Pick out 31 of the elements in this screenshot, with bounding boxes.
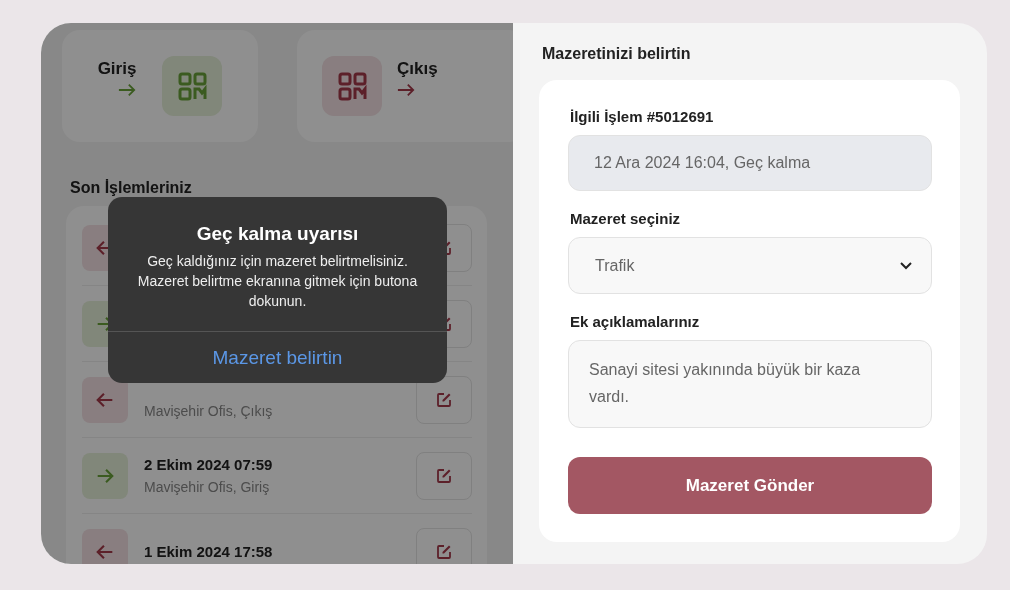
edit-icon bbox=[436, 543, 452, 560]
field-label: Mazeret seçiniz bbox=[570, 210, 682, 227]
entry-date: 2 Ekim 2024 07:59 bbox=[144, 456, 274, 473]
edit-icon bbox=[436, 391, 452, 408]
section-title: Son İşlemleriniz bbox=[70, 179, 193, 197]
reason-dropdown[interactable]: Trafik bbox=[568, 237, 932, 294]
field-label: Ek açıklamalarınız bbox=[570, 313, 701, 330]
entry-label: Çıkış bbox=[397, 59, 438, 79]
entry-card[interactable]: Çıkış bbox=[297, 30, 513, 142]
chevron-down-icon bbox=[899, 260, 913, 271]
entry-card[interactable]: Giriş bbox=[62, 30, 258, 142]
comment-field[interactable]: Sanayi sitesi yakınında büyük bir kaza vardı. bbox=[568, 340, 932, 428]
qr-code-icon bbox=[162, 56, 223, 116]
qr-code-icon bbox=[322, 56, 382, 116]
edit-icon bbox=[436, 467, 452, 484]
arrow-icon bbox=[397, 83, 415, 97]
field-label: İlgili İşlem #5012691 bbox=[570, 108, 715, 125]
edit-button[interactable] bbox=[416, 527, 472, 564]
entry-location: Mavişehir Ofis, Çıkış bbox=[144, 403, 274, 419]
alert-action-button[interactable]: Mazeret belirtin bbox=[108, 332, 447, 383]
alert-title: Geç kalma uyarısı bbox=[195, 223, 360, 245]
entry-label: Giriş bbox=[97, 59, 137, 79]
submit-button[interactable]: Mazeret Gönder bbox=[568, 457, 932, 514]
arrow-icon bbox=[118, 83, 137, 97]
entry-date: 1 Ekim 2024 17:58 bbox=[144, 543, 274, 560]
form-title: Mazeretinizi belirtin bbox=[542, 45, 692, 63]
transaction-field: 12 Ara 2024 16:04, Geç kalma bbox=[568, 135, 932, 191]
edit-button[interactable] bbox=[416, 451, 472, 500]
entry-location: Mavişehir Ofis, Giriş bbox=[144, 479, 271, 495]
edit-button[interactable] bbox=[416, 375, 472, 424]
alert-message: Geç kaldığınız için mazeret belirtmelisiniz. Mazeret belirtme ekranına gitmek için butona dokunun. bbox=[136, 252, 419, 311]
